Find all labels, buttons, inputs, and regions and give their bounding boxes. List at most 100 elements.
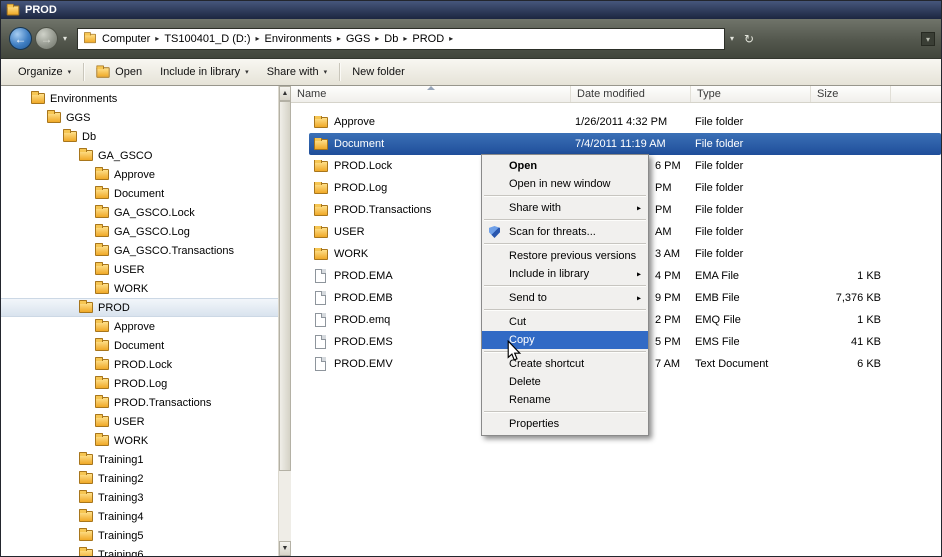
chevron-down-icon: ▾ bbox=[324, 68, 328, 76]
tree-item-training2[interactable]: Training2 bbox=[1, 469, 278, 488]
file-name: WORK bbox=[334, 248, 368, 260]
breadcrumb-item-prod[interactable]: PROD bbox=[409, 33, 447, 45]
tree-item-prod[interactable]: PROD bbox=[1, 298, 278, 317]
menu-separator bbox=[484, 243, 646, 245]
tree-item-document[interactable]: Document bbox=[1, 184, 278, 203]
refresh-button[interactable]: ↻ bbox=[739, 28, 759, 50]
tree-item-approve[interactable]: Approve bbox=[1, 165, 278, 184]
breadcrumb-chevron-icon[interactable]: ▸ bbox=[153, 34, 161, 43]
folder-icon bbox=[95, 321, 109, 332]
menu-item-scan-for-threats[interactable]: Scan for threats... bbox=[482, 223, 648, 241]
breadcrumb-chevron-icon[interactable]: ▸ bbox=[335, 34, 343, 43]
nav-right-button[interactable]: ▾ bbox=[921, 32, 935, 46]
tree-item-document[interactable]: Document bbox=[1, 336, 278, 355]
menu-item-create-shortcut[interactable]: Create shortcut bbox=[482, 355, 648, 373]
tree-item-training1[interactable]: Training1 bbox=[1, 450, 278, 469]
tree-item-training3[interactable]: Training3 bbox=[1, 488, 278, 507]
tree-item-work[interactable]: WORK bbox=[1, 431, 278, 450]
size-cell: 1 KB bbox=[811, 270, 891, 282]
folder-icon bbox=[95, 188, 109, 199]
address-dropdown[interactable]: ▾ bbox=[725, 28, 739, 50]
folder-icon bbox=[79, 302, 93, 313]
tree-item-environments[interactable]: Environments bbox=[1, 89, 278, 108]
tree-item-prod-transactions[interactable]: PROD.Transactions bbox=[1, 393, 278, 412]
menu-item-share-with[interactable]: Share with▸ bbox=[482, 199, 648, 217]
tree-item-approve[interactable]: Approve bbox=[1, 317, 278, 336]
forward-button[interactable]: → bbox=[35, 27, 58, 50]
tree-item-ga-gsco[interactable]: GA_GSCO bbox=[1, 146, 278, 165]
recent-pages-dropdown[interactable]: ▾ bbox=[58, 28, 72, 50]
breadcrumb-chevron-icon[interactable]: ▸ bbox=[401, 34, 409, 43]
menu-item-include-in-library[interactable]: Include in library▸ bbox=[482, 265, 648, 283]
file-name: PROD.EMB bbox=[334, 292, 393, 304]
menu-item-rename[interactable]: Rename bbox=[482, 391, 648, 409]
tree-item-training4[interactable]: Training4 bbox=[1, 507, 278, 526]
toolbar-divider bbox=[83, 63, 84, 81]
type-cell: Text Document bbox=[691, 358, 811, 370]
menu-item-properties[interactable]: Properties bbox=[482, 415, 648, 433]
tree-item-user[interactable]: USER bbox=[1, 260, 278, 279]
menu-separator bbox=[484, 219, 646, 221]
tree-item-training6[interactable]: Training6 bbox=[1, 545, 278, 556]
toolbar-items: Organize▾OpenInclude in library▾Share wi… bbox=[9, 63, 414, 81]
toolbar-share-with-button[interactable]: Share with▾ bbox=[258, 63, 337, 81]
column-header-date-modified[interactable]: Date modified bbox=[571, 86, 691, 102]
menu-separator bbox=[484, 411, 646, 413]
menu-item-open-in-new-window[interactable]: Open in new window bbox=[482, 175, 648, 193]
file-row-document[interactable]: Document7/4/2011 11:19 AMFile folder bbox=[309, 133, 941, 155]
menu-item-cut[interactable]: Cut bbox=[482, 313, 648, 331]
column-header-size[interactable]: Size bbox=[811, 86, 891, 102]
tree-item-work[interactable]: WORK bbox=[1, 279, 278, 298]
column-header-label: Date modified bbox=[577, 88, 645, 100]
toolbar-open-button[interactable]: Open bbox=[87, 63, 151, 81]
back-button[interactable]: ← bbox=[9, 27, 32, 50]
toolbar-button-label: Organize bbox=[18, 66, 63, 78]
menu-item-delete[interactable]: Delete bbox=[482, 373, 648, 391]
toolbar-new-folder-button[interactable]: New folder bbox=[343, 63, 414, 81]
breadcrumb-item-computer[interactable]: Computer bbox=[99, 33, 153, 45]
tree-item-db[interactable]: Db bbox=[1, 127, 278, 146]
file-name: PROD.Lock bbox=[334, 160, 392, 172]
breadcrumb-chevron-icon[interactable]: ▸ bbox=[373, 34, 381, 43]
breadcrumb-item-db[interactable]: Db bbox=[381, 33, 401, 45]
tree-item-ga-gsco-lock[interactable]: GA_GSCO.Lock bbox=[1, 203, 278, 222]
breadcrumb-item-ts100401-d-d[interactable]: TS100401_D (D:) bbox=[161, 33, 253, 45]
type-cell: File folder bbox=[691, 182, 811, 194]
column-header-type[interactable]: Type bbox=[691, 86, 811, 102]
type-cell: File folder bbox=[691, 204, 811, 216]
tree-item-label: Training5 bbox=[98, 530, 143, 542]
breadcrumb-item-ggs[interactable]: GGS bbox=[343, 33, 373, 45]
tree-item-label: Approve bbox=[114, 321, 155, 333]
folder-icon bbox=[95, 416, 109, 427]
column-header-name[interactable]: Name bbox=[291, 86, 571, 102]
tree-item-prod-lock[interactable]: PROD.Lock bbox=[1, 355, 278, 374]
scroll-down-button[interactable]: ▼ bbox=[279, 541, 291, 556]
menu-item-label: Cut bbox=[509, 316, 526, 328]
tree-item-ga-gsco-transactions[interactable]: GA_GSCO.Transactions bbox=[1, 241, 278, 260]
toolbar-include-in-library-button[interactable]: Include in library▾ bbox=[151, 63, 258, 81]
submenu-arrow-icon: ▸ bbox=[637, 204, 641, 213]
address-bar[interactable]: Computer▸TS100401_D (D:)▸Environments▸GG… bbox=[77, 28, 725, 50]
scrollbar-track[interactable] bbox=[279, 471, 291, 541]
menu-item-open[interactable]: Open bbox=[482, 157, 648, 175]
menu-item-copy[interactable]: Copy bbox=[482, 331, 648, 349]
tree-item-training5[interactable]: Training5 bbox=[1, 526, 278, 545]
menu-item-send-to[interactable]: Send to▸ bbox=[482, 289, 648, 307]
breadcrumb-item-environments[interactable]: Environments bbox=[262, 33, 335, 45]
toolbar-organize-button[interactable]: Organize▾ bbox=[9, 63, 80, 81]
date-modified-cell: 7/4/2011 11:19 AM bbox=[571, 138, 691, 150]
breadcrumb-chevron-icon[interactable]: ▸ bbox=[254, 34, 262, 43]
tree-item-prod-log[interactable]: PROD.Log bbox=[1, 374, 278, 393]
scrollbar-thumb[interactable] bbox=[279, 101, 291, 471]
menu-item-label: Restore previous versions bbox=[509, 250, 636, 262]
file-row-approve[interactable]: Approve1/26/2011 4:32 PMFile folder bbox=[309, 111, 941, 133]
tree-item-user[interactable]: USER bbox=[1, 412, 278, 431]
tree-item-ggs[interactable]: GGS bbox=[1, 108, 278, 127]
tree-scrollbar[interactable]: ▲ ▼ bbox=[278, 86, 291, 556]
file-name: PROD.Transactions bbox=[334, 204, 431, 216]
menu-item-restore-previous-versions[interactable]: Restore previous versions bbox=[482, 247, 648, 265]
tree-item-ga-gsco-log[interactable]: GA_GSCO.Log bbox=[1, 222, 278, 241]
scroll-up-button[interactable]: ▲ bbox=[279, 86, 291, 101]
folder-icon bbox=[314, 183, 328, 194]
breadcrumb-chevron-icon[interactable]: ▸ bbox=[447, 34, 455, 43]
